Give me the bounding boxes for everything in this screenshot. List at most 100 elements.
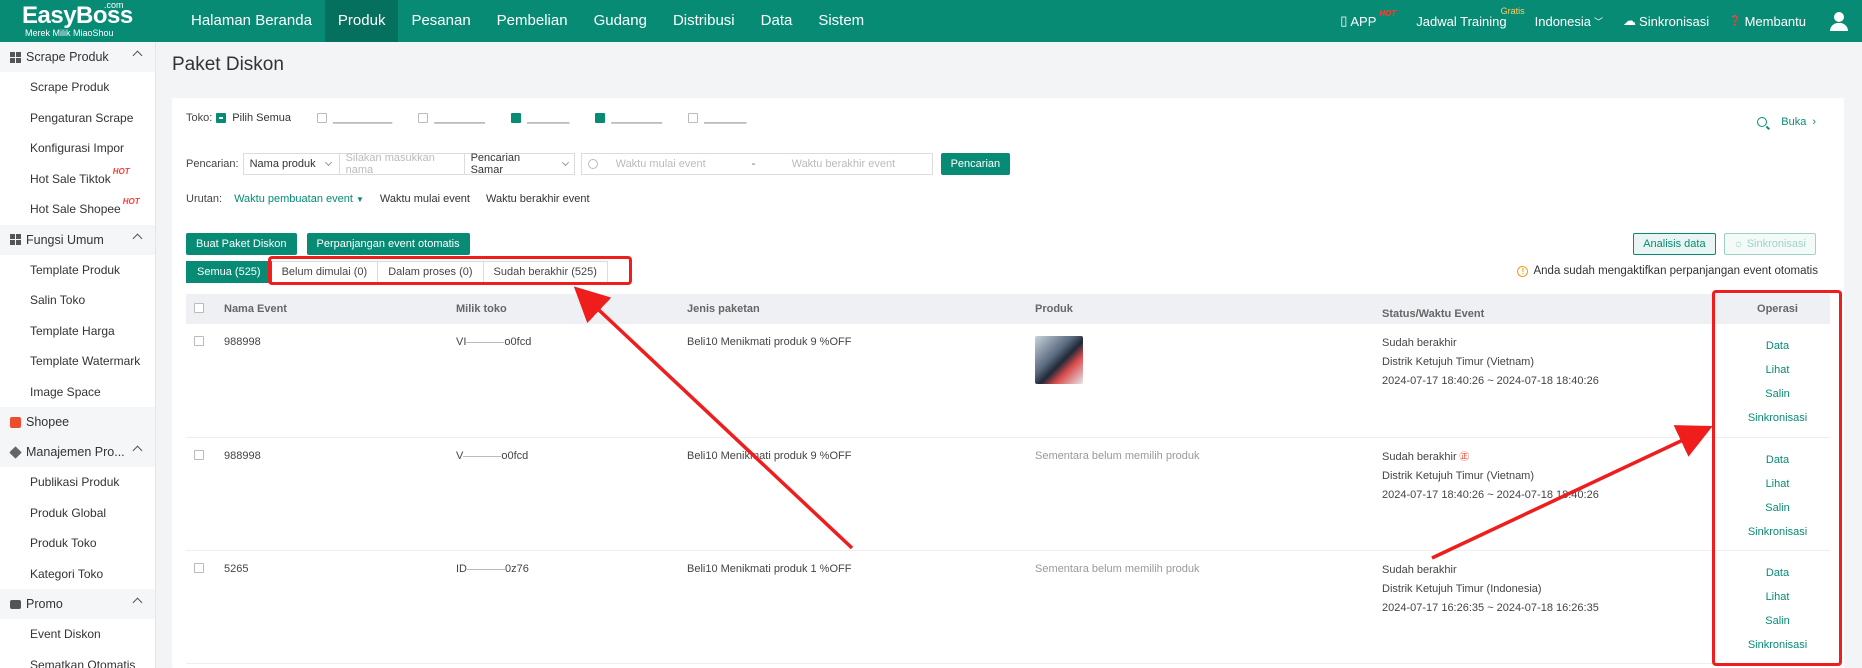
main-menu: Halaman Beranda Produk Pesanan Pembelian Gud… xyxy=(178,0,877,42)
operation-cell: Data Lihat Salin Sinkronisasi xyxy=(1717,437,1830,551)
shop-option[interactable]: ▁▁▁▁▁▁ xyxy=(595,111,662,124)
auto-extend-button[interactable]: Perpanjangan event otomatis xyxy=(306,233,470,255)
operation-cell: Data Lihat Salin Sinkronisasi xyxy=(1717,550,1830,664)
nav-item-gudang[interactable]: Gudang xyxy=(581,0,660,42)
right-action-row: Analisis data ☼ Sinkronisasi xyxy=(1633,233,1816,255)
user-avatar-icon[interactable] xyxy=(1830,12,1848,31)
nav-item-halaman-beranda[interactable]: Halaman Beranda xyxy=(178,0,325,42)
nav-item-pesanan[interactable]: Pesanan xyxy=(398,0,483,42)
sort-end-time[interactable]: Waktu berakhir event xyxy=(486,193,590,205)
op-copy-link[interactable]: Salin xyxy=(1725,382,1830,406)
shop-option[interactable]: ▁▁▁▁▁ xyxy=(688,111,746,124)
op-sync-link[interactable]: Sinkronisasi xyxy=(1725,633,1830,657)
easyboss-logo[interactable]: EasyBoss .com Merek Milik MiaoShou xyxy=(0,0,156,42)
tab-3[interactable]: Sudah berakhir (525) xyxy=(483,261,608,283)
sidebar-item[interactable]: Template Harga xyxy=(0,316,155,347)
shop-option[interactable]: ▁▁▁▁▁ xyxy=(510,111,569,124)
op-view-link[interactable]: Lihat xyxy=(1725,472,1830,496)
sidebar-item[interactable]: Hot Sale Shopee HOT xyxy=(0,194,155,225)
status-tabs: Semua (525) Belum dimulai (0) Dalam proses… xyxy=(186,261,608,283)
sidebar-item[interactable]: Salin Toko xyxy=(0,285,155,316)
chevron-right-icon: › xyxy=(1812,116,1816,128)
grid-icon xyxy=(10,234,21,245)
nav-item-sistem[interactable]: Sistem xyxy=(805,0,877,42)
product-thumbnail[interactable] xyxy=(1035,336,1083,384)
date-range-picker[interactable]: Waktu mulai event - Waktu berakhir event xyxy=(580,153,933,175)
search-field-select[interactable]: Nama produk xyxy=(242,153,340,175)
op-sync-link[interactable]: Sinkronisasi xyxy=(1725,406,1830,430)
create-discount-package-button[interactable]: Buat Paket Diskon xyxy=(186,233,297,255)
shop-name: Vo0fcd xyxy=(448,437,679,551)
row-checkbox[interactable] xyxy=(194,449,204,460)
sidebar-item[interactable]: Kategori Toko xyxy=(0,559,155,590)
expand-button[interactable]: Buka › xyxy=(1757,116,1816,128)
product-cell: Sementara belum memilih produk xyxy=(1027,437,1374,551)
package-type: Beli10 Menikmati produk 9 %OFF xyxy=(679,324,1027,438)
sidebar-item[interactable]: Event Diskon xyxy=(0,619,155,650)
op-copy-link[interactable]: Salin xyxy=(1725,609,1830,633)
search-button[interactable]: Pencarian xyxy=(940,153,1011,175)
cloud-icon: ☁ xyxy=(1623,13,1637,28)
op-copy-link[interactable]: Salin xyxy=(1725,496,1830,520)
table-header: Nama Event Milik toko Jenis paketan Prod… xyxy=(186,294,1830,324)
language-select[interactable]: Indonesia ﹀ xyxy=(1535,14,1603,29)
op-data-link[interactable]: Data xyxy=(1725,561,1830,585)
nav-item-data[interactable]: Data xyxy=(748,0,806,42)
chevron-down-icon: ﹀ xyxy=(1594,16,1604,27)
sidebar-item[interactable]: Template Produk xyxy=(0,255,155,286)
tab-2[interactable]: Dalam proses (0) xyxy=(378,261,484,283)
search-mode-select[interactable]: Pencarian Samar xyxy=(464,152,575,176)
tab-1[interactable]: Belum dimulai (0) xyxy=(271,261,379,283)
sync-button[interactable]: ☼ Sinkronisasi xyxy=(1723,233,1816,255)
help-link[interactable]: ❓ Membantu xyxy=(1729,14,1806,29)
nav-item-produk[interactable]: Produk xyxy=(324,0,399,42)
sidebar-group-0[interactable]: Scrape Produk xyxy=(0,42,155,72)
row-checkbox[interactable] xyxy=(194,336,204,346)
cube-icon xyxy=(9,445,22,459)
tab-0[interactable]: Semua (525) xyxy=(186,261,272,283)
col-package-type: Jenis paketan xyxy=(679,294,1027,324)
op-view-link[interactable]: Lihat xyxy=(1725,358,1830,382)
sidebar-item[interactable]: Produk Toko xyxy=(0,528,155,559)
chevron-up-icon xyxy=(132,50,143,61)
sidebar-group-1[interactable]: Fungsi Umum xyxy=(0,224,155,255)
select-all-rows-checkbox[interactable] xyxy=(194,302,204,313)
sidebar-item[interactable]: Image Space xyxy=(0,377,155,408)
grid-icon xyxy=(10,51,21,63)
sidebar-item[interactable]: Pengaturan Scrape xyxy=(0,103,155,134)
sidebar-group-3[interactable]: Manajemen Pro... xyxy=(0,437,155,467)
search-input[interactable]: Silakan masukkan nama xyxy=(339,152,465,176)
sort-created-time[interactable]: Waktu pembuatan event ▼ xyxy=(234,193,364,205)
col-product: Produk xyxy=(1027,294,1374,324)
op-data-link[interactable]: Data xyxy=(1725,334,1830,358)
app-link[interactable]: ▯ APP HOT xyxy=(1340,9,1396,29)
table-row: 988998 Vo0fcd Beli10 Menikmati produk 9 … xyxy=(186,437,1830,551)
shop-filter-row: Toko: Pilih Semua ▁▁▁▁▁▁▁ ▁▁▁▁▁▁ ▁▁▁▁▁ ▁… xyxy=(186,111,747,125)
sort-start-time[interactable]: Waktu mulai event xyxy=(380,193,470,205)
op-data-link[interactable]: Data xyxy=(1725,448,1830,472)
search-row: Pencarian: Nama produk Silakan masukkan … xyxy=(186,152,1011,176)
sidebar-item[interactable]: Template Watermark xyxy=(0,346,155,377)
shop-option[interactable]: ▁▁▁▁▁▁▁ xyxy=(317,111,392,124)
gear-icon: ☼ xyxy=(1733,238,1744,250)
data-analysis-button[interactable]: Analisis data xyxy=(1633,233,1716,255)
op-view-link[interactable]: Lihat xyxy=(1725,585,1830,609)
sidebar-item[interactable]: Sematkan Otomatis xyxy=(0,650,155,668)
select-all-checkbox[interactable] xyxy=(216,112,227,123)
shop-option[interactable]: ▁▁▁▁▁▁ xyxy=(418,111,485,124)
nav-item-distribusi[interactable]: Distribusi xyxy=(660,0,748,42)
sidebar-item[interactable]: Konfigurasi Impor xyxy=(0,133,155,164)
op-sync-link[interactable]: Sinkronisasi xyxy=(1725,520,1830,544)
sync-link[interactable]: ☁ Sinkronisasi xyxy=(1623,13,1709,29)
top-navbar: EasyBoss .com Merek Milik MiaoShou Halam… xyxy=(0,0,1862,42)
sidebar-item[interactable]: Produk Global xyxy=(0,498,155,529)
sidebar-group-4[interactable]: Promo xyxy=(0,589,155,619)
nav-item-pembelian[interactable]: Pembelian xyxy=(484,0,581,42)
sidebar-item[interactable]: Publikasi Produk xyxy=(0,467,155,498)
row-checkbox[interactable] xyxy=(194,562,204,573)
sidebar-item[interactable]: Scrape Produk xyxy=(0,72,155,103)
col-status: Status/Waktu Event xyxy=(1374,294,1717,324)
training-link[interactable]: Jadwal Training Gratis xyxy=(1416,6,1524,29)
sidebar-group-2[interactable]: Shopee xyxy=(0,407,155,437)
sort-row: Urutan: Waktu pembuatan event ▼ Waktu mu… xyxy=(186,193,590,205)
